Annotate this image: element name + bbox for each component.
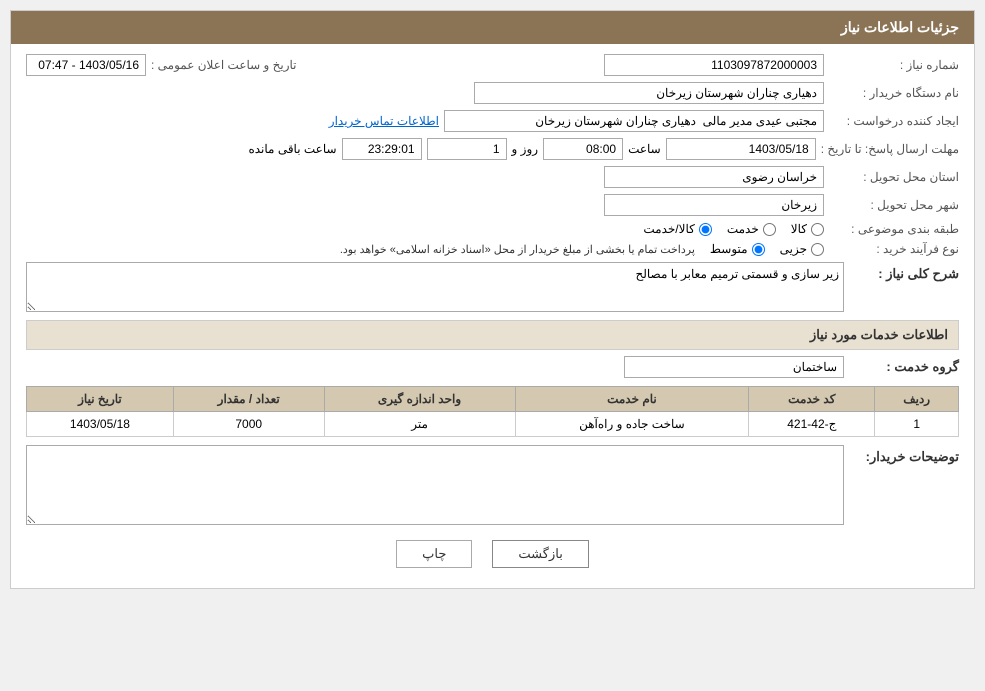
col-radif: ردیف [875, 387, 959, 412]
panel-title: جزئیات اطلاعات نیاز [841, 19, 959, 35]
farayand-jozii-radio[interactable] [811, 243, 824, 256]
services-table-body: 1 ج-42-421 ساخت جاده و راه‌آهن متر 7000 … [27, 412, 959, 437]
nam-dastgah-input[interactable] [474, 82, 824, 104]
col-tedad: تعداد / مقدار [173, 387, 324, 412]
farayand-notice: پرداخت تمام یا بخشی از مبلغ خریدار از مح… [340, 243, 695, 256]
tabaqe-khadamat-radio[interactable] [763, 223, 776, 236]
back-button[interactable]: بازگشت [492, 540, 588, 568]
farayand-motavasset-label: متوسط [710, 242, 748, 256]
col-vahed: واحد اندازه گیری [324, 387, 515, 412]
nam-dastgah-row: نام دستگاه خریدار : [26, 82, 959, 104]
shahr-input[interactable] [604, 194, 824, 216]
panel-header: جزئیات اطلاعات نیاز [11, 11, 974, 44]
tabaqe-khadamat-label: خدمت [727, 222, 759, 236]
farayand-jozii-item: جزیی [780, 242, 824, 256]
buttons-row: بازگشت چاپ [26, 540, 959, 568]
taarikh-label: تاریخ و ساعت اعلان عمومی : [151, 58, 297, 72]
nam-dastgah-label: نام دستگاه خریدار : [829, 86, 959, 100]
sherh-label: شرح کلی نیاز : [849, 262, 959, 282]
tabaqe-row: طبقه بندی موضوعی : کالا خدمت کالا/خدمت [26, 222, 959, 236]
cell-kod: ج-42-421 [749, 412, 875, 437]
ostan-input[interactable] [604, 166, 824, 188]
mohlat-roz-input[interactable] [427, 138, 507, 160]
cell-nam: ساخت جاده و راه‌آهن [515, 412, 749, 437]
mohlat-row: مهلت ارسال پاسخ: تا تاریخ : ساعت روز و س… [26, 138, 959, 160]
print-button[interactable]: چاپ [396, 540, 472, 568]
shomare-niaz-row: شماره نیاز : تاریخ و ساعت اعلان عمومی : [26, 54, 959, 76]
no-farayand-row: نوع فرآیند خرید : جزیی متوسط پرداخت تمام… [26, 242, 959, 256]
col-tarikh: تاریخ نیاز [27, 387, 174, 412]
ijad-konande-input[interactable] [444, 110, 824, 132]
tabaqe-kala-item: کالا [791, 222, 824, 236]
mohlat-time-label: ساعت [628, 142, 661, 156]
cell-tarikh: 1403/05/18 [27, 412, 174, 437]
col-kod: کد خدمت [749, 387, 875, 412]
buyer-note-label: توضیحات خریدار: [849, 445, 959, 465]
sherh-textarea[interactable] [26, 262, 844, 312]
tabaqe-kala-label: کالا [791, 222, 807, 236]
ostan-row: استان محل تحویل : [26, 166, 959, 188]
ostan-label: استان محل تحویل : [829, 170, 959, 184]
col-nam: نام خدمت [515, 387, 749, 412]
mohlat-baqi-label: ساعت باقی مانده [248, 142, 336, 156]
shomare-niaz-input[interactable] [604, 54, 824, 76]
cell-radif: 1 [875, 412, 959, 437]
tabaqe-radio-group: کالا خدمت کالا/خدمت [643, 222, 824, 236]
khadamat-section-header: اطلاعات خدمات مورد نیاز [26, 320, 959, 350]
tabaqe-label: طبقه بندی موضوعی : [829, 222, 959, 236]
services-table: ردیف کد خدمت نام خدمت واحد اندازه گیری ت… [26, 386, 959, 437]
page-container: جزئیات اطلاعات نیاز شماره نیاز : تاریخ و… [0, 0, 985, 691]
shomare-niaz-label: شماره نیاز : [829, 58, 959, 72]
farayand-motavasset-radio[interactable] [752, 243, 765, 256]
tabaqe-kalaKhadamat-label: کالا/خدمت [643, 222, 694, 236]
contact-info-link[interactable]: اطلاعات تماس خریدار [329, 114, 439, 128]
sherh-row: شرح کلی نیاز : [26, 262, 959, 312]
services-table-head: ردیف کد خدمت نام خدمت واحد اندازه گیری ت… [27, 387, 959, 412]
mohlat-time-input[interactable] [543, 138, 623, 160]
main-panel: جزئیات اطلاعات نیاز شماره نیاز : تاریخ و… [10, 10, 975, 589]
services-table-section: ردیف کد خدمت نام خدمت واحد اندازه گیری ت… [26, 386, 959, 437]
services-table-header-row: ردیف کد خدمت نام خدمت واحد اندازه گیری ت… [27, 387, 959, 412]
farayand-radio-group: جزیی متوسط [710, 242, 824, 256]
panel-body: شماره نیاز : تاریخ و ساعت اعلان عمومی : … [11, 44, 974, 588]
table-row: 1 ج-42-421 ساخت جاده و راه‌آهن متر 7000 … [27, 412, 959, 437]
ijad-konande-row: ایجاد کننده درخواست : اطلاعات تماس خریدا… [26, 110, 959, 132]
ijad-konande-label: ایجاد کننده درخواست : [829, 114, 959, 128]
farayand-motavasset-item: متوسط [710, 242, 765, 256]
no-farayand-label: نوع فرآیند خرید : [829, 242, 959, 256]
buyer-note-textarea[interactable] [26, 445, 844, 525]
grohe-khadamat-input[interactable] [624, 356, 844, 378]
mohlat-date-input[interactable] [666, 138, 816, 160]
mohlat-baqi-input[interactable] [342, 138, 422, 160]
buyer-note-section: توضیحات خریدار: [26, 445, 959, 525]
cell-vahed: متر [324, 412, 515, 437]
grohe-khadamat-row: گروه خدمت : [26, 356, 959, 378]
tabaqe-khadamat-item: خدمت [727, 222, 776, 236]
tabaqe-kalaKhadamat-item: کالا/خدمت [643, 222, 711, 236]
mohlat-label: مهلت ارسال پاسخ: تا تاریخ : [821, 142, 959, 156]
farayand-jozii-label: جزیی [780, 242, 807, 256]
shahr-label: شهر محل تحویل : [829, 198, 959, 212]
tabaqe-kalaKhadamat-radio[interactable] [699, 223, 712, 236]
shahr-row: شهر محل تحویل : [26, 194, 959, 216]
taarikh-input[interactable] [26, 54, 146, 76]
tabaqe-kala-radio[interactable] [811, 223, 824, 236]
grohe-khadamat-label: گروه خدمت : [849, 359, 959, 375]
cell-tedad: 7000 [173, 412, 324, 437]
mohlat-roz-label: روز و [512, 142, 539, 156]
